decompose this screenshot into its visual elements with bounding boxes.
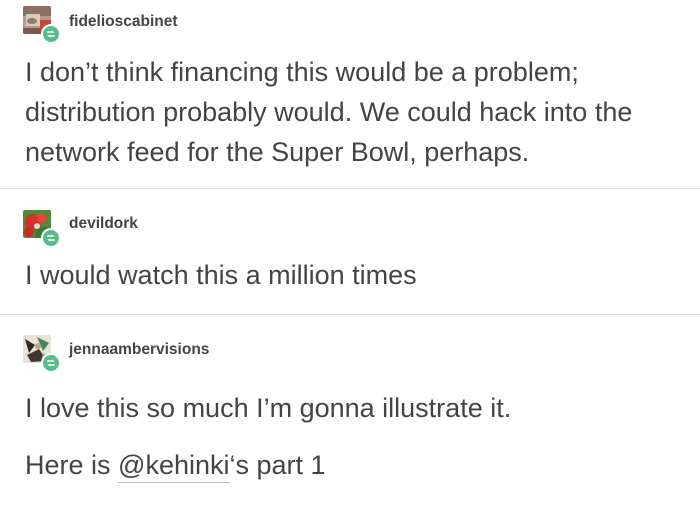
username[interactable]: devildork xyxy=(69,215,138,233)
username[interactable]: fidelioscabinet xyxy=(69,13,178,31)
mention-link[interactable]: @kehinki xyxy=(118,450,230,483)
post-devildork: devildork I would watch this a million t… xyxy=(0,189,700,314)
reblog-icon xyxy=(41,228,61,248)
avatar[interactable] xyxy=(23,6,61,44)
post-body: I would watch this a million times xyxy=(25,260,417,290)
reblog-icon xyxy=(41,24,61,44)
post-body-line-2: Here is @kehinki‘s part 1 xyxy=(25,445,685,485)
post-fidelioscabinet: fidelioscabinet I don’t think financing … xyxy=(0,0,700,188)
avatar[interactable] xyxy=(23,335,61,373)
reblog-icon xyxy=(41,353,61,373)
avatar[interactable] xyxy=(23,210,61,248)
post-jennaambervisions: jennaambervisions I love this so much I’… xyxy=(0,315,700,508)
username[interactable]: jennaambervisions xyxy=(69,341,209,359)
post-body: I don’t think financing this would be a … xyxy=(25,57,633,167)
line-suffix: ‘s part 1 xyxy=(229,450,326,480)
post-body: I love this so much I’m gonna illustrate… xyxy=(25,393,512,423)
line-prefix: Here is xyxy=(25,450,119,480)
